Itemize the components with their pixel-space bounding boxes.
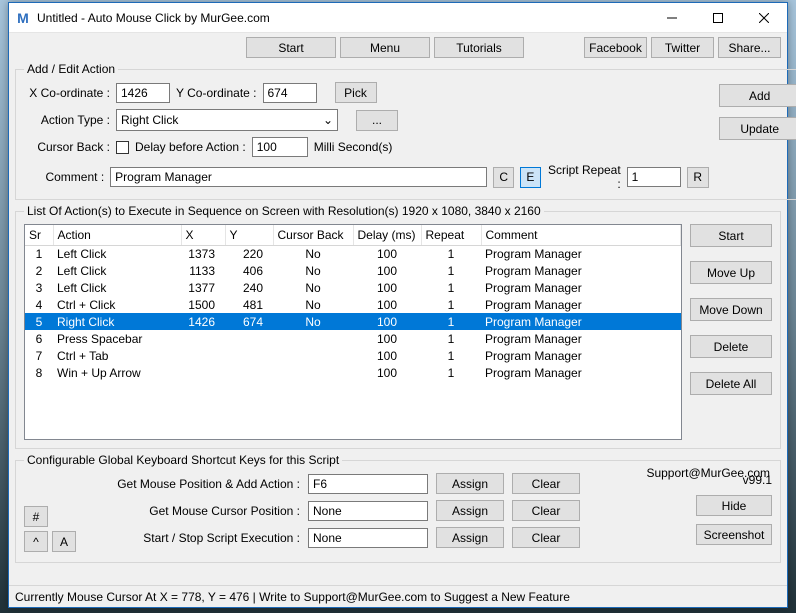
comment-c-toggle[interactable]: C xyxy=(493,167,514,188)
shortcut-label: Start / Stop Script Execution : xyxy=(80,531,300,545)
table-row[interactable]: 8Win + Up Arrow1001Program Manager xyxy=(25,364,681,381)
script-repeat-input[interactable] xyxy=(627,167,681,187)
col-action[interactable]: Action xyxy=(53,225,181,245)
pick-button[interactable]: Pick xyxy=(335,82,377,103)
y-coord-label: Y Co-ordinate : xyxy=(176,86,257,100)
col-x[interactable]: X xyxy=(181,225,225,245)
clear-button[interactable]: Clear xyxy=(512,527,580,548)
list-start-button[interactable]: Start xyxy=(690,224,772,247)
comment-label: Comment : xyxy=(24,170,104,184)
share-button[interactable]: Share... xyxy=(718,37,781,58)
menu-button[interactable]: Menu xyxy=(340,37,430,58)
delay-input[interactable] xyxy=(252,137,308,157)
chevron-down-icon: ⌄ xyxy=(323,113,333,127)
support-link[interactable]: Support@MurGee.com xyxy=(646,466,770,480)
facebook-button[interactable]: Facebook xyxy=(584,37,647,58)
minimize-button[interactable] xyxy=(649,3,695,33)
content-area: Start Menu Tutorials Facebook Twitter Sh… xyxy=(9,33,787,585)
shortcuts-group: Configurable Global Keyboard Shortcut Ke… xyxy=(15,453,781,563)
col-cursor[interactable]: Cursor Back xyxy=(273,225,353,245)
col-sr[interactable]: Sr xyxy=(25,225,53,245)
table-row[interactable]: 1Left Click1373220No1001Program Manager xyxy=(25,245,681,262)
delay-unit-label: Milli Second(s) xyxy=(314,140,393,154)
add-edit-legend: Add / Edit Action xyxy=(24,62,118,76)
move-down-button[interactable]: Move Down xyxy=(690,298,772,321)
shortcut-label: Get Mouse Position & Add Action : xyxy=(80,477,300,491)
x-coord-label: X Co-ordinate : xyxy=(24,86,110,100)
script-repeat-label: Script Repeat : xyxy=(547,163,621,191)
table-row[interactable]: 7Ctrl + Tab1001Program Manager xyxy=(25,347,681,364)
move-up-button[interactable]: Move Up xyxy=(690,261,772,284)
delete-all-button[interactable]: Delete All xyxy=(690,372,772,395)
action-type-value: Right Click xyxy=(121,113,178,127)
a-button[interactable]: A xyxy=(52,531,76,552)
action-type-select[interactable]: Right Click ⌄ xyxy=(116,109,338,131)
shortcut-label: Get Mouse Cursor Position : xyxy=(80,504,300,518)
update-button[interactable]: Update xyxy=(719,117,796,140)
table-row[interactable]: 3Left Click1377240No1001Program Manager xyxy=(25,279,681,296)
close-button[interactable] xyxy=(741,3,787,33)
action-list-table[interactable]: Sr Action X Y Cursor Back Delay (ms) Rep… xyxy=(24,224,682,440)
shortcut-input-1[interactable] xyxy=(308,501,428,521)
y-coord-input[interactable] xyxy=(263,83,317,103)
app-logo-icon: M xyxy=(15,10,31,26)
shortcuts-legend: Configurable Global Keyboard Shortcut Ke… xyxy=(24,453,342,467)
delete-button[interactable]: Delete xyxy=(690,335,772,358)
table-row[interactable]: 2Left Click1133406No1001Program Manager xyxy=(25,262,681,279)
clear-button[interactable]: Clear xyxy=(512,473,580,494)
col-y[interactable]: Y xyxy=(225,225,273,245)
top-button-row: Start Menu Tutorials Facebook Twitter Sh… xyxy=(15,35,781,62)
x-coord-input[interactable] xyxy=(116,83,170,103)
twitter-button[interactable]: Twitter xyxy=(651,37,714,58)
add-button[interactable]: Add xyxy=(719,84,796,107)
hash-button[interactable]: # xyxy=(24,506,48,527)
action-type-label: Action Type : xyxy=(24,113,110,127)
shortcut-input-2[interactable] xyxy=(308,528,428,548)
tutorials-button[interactable]: Tutorials xyxy=(434,37,524,58)
col-comment[interactable]: Comment xyxy=(481,225,681,245)
titlebar[interactable]: M Untitled - Auto Mouse Click by MurGee.… xyxy=(9,3,787,33)
delay-label: Delay before Action : xyxy=(135,140,246,154)
table-row[interactable]: 4Ctrl + Click1500481No1001Program Manage… xyxy=(25,296,681,313)
status-bar: Currently Mouse Cursor At X = 778, Y = 4… xyxy=(9,585,787,607)
window-title: Untitled - Auto Mouse Click by MurGee.co… xyxy=(37,11,649,25)
cursor-back-checkbox[interactable] xyxy=(116,141,129,154)
shortcut-input-0[interactable] xyxy=(308,474,428,494)
table-row[interactable]: 6Press Spacebar1001Program Manager xyxy=(25,330,681,347)
start-button[interactable]: Start xyxy=(246,37,336,58)
action-options-button[interactable]: ... xyxy=(356,110,398,131)
clear-button[interactable]: Clear xyxy=(512,500,580,521)
app-window: M Untitled - Auto Mouse Click by MurGee.… xyxy=(8,2,788,608)
add-edit-group: Add / Edit Action X Co-ordinate : Y Co-o… xyxy=(15,62,796,200)
caret-button[interactable]: ^ xyxy=(24,531,48,552)
col-repeat[interactable]: Repeat xyxy=(421,225,481,245)
status-text: Currently Mouse Cursor At X = 778, Y = 4… xyxy=(15,590,570,604)
script-repeat-r-button[interactable]: R xyxy=(687,167,709,188)
action-list-group: List Of Action(s) to Execute in Sequence… xyxy=(15,204,781,449)
comment-input[interactable] xyxy=(110,167,487,187)
screenshot-button[interactable]: Screenshot xyxy=(696,524,772,545)
assign-button[interactable]: Assign xyxy=(436,473,504,494)
col-delay[interactable]: Delay (ms) xyxy=(353,225,421,245)
table-row[interactable]: 5Right Click1426674No1001Program Manager xyxy=(25,313,681,330)
action-list-legend: List Of Action(s) to Execute in Sequence… xyxy=(24,204,544,218)
assign-button[interactable]: Assign xyxy=(436,527,504,548)
cursor-back-label: Cursor Back : xyxy=(24,140,110,154)
assign-button[interactable]: Assign xyxy=(436,500,504,521)
comment-e-toggle[interactable]: E xyxy=(520,167,541,188)
hide-button[interactable]: Hide xyxy=(696,495,772,516)
maximize-button[interactable] xyxy=(695,3,741,33)
